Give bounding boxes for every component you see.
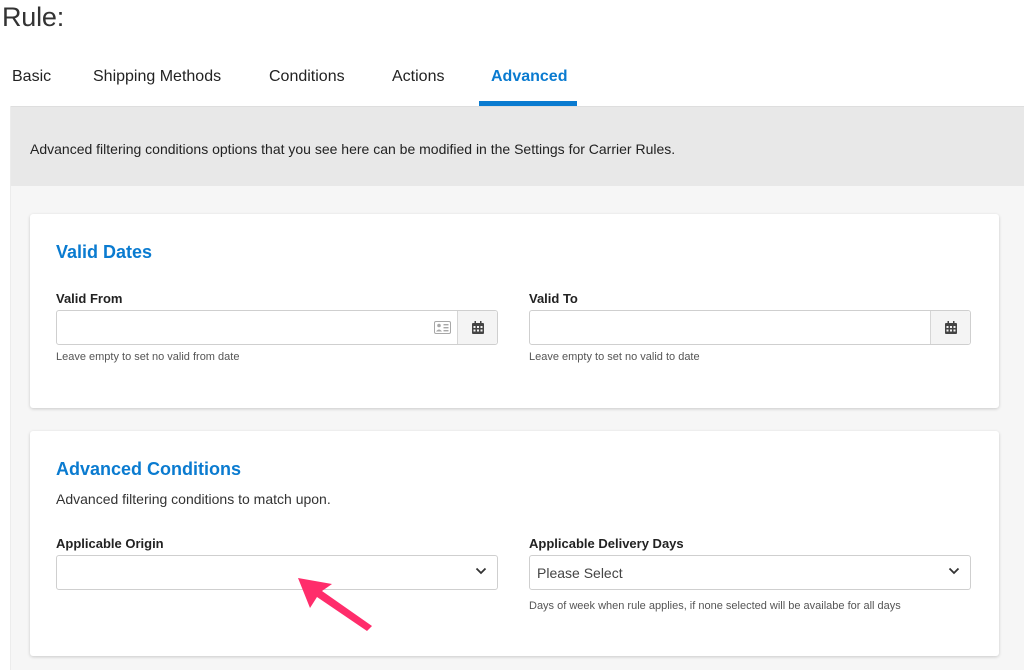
page-title: Rule:: [2, 2, 65, 32]
valid-dates-card: Valid Dates Valid From Leave empty to se…: [30, 214, 999, 408]
advanced-panel: Advanced filtering conditions options th…: [10, 106, 1024, 670]
tab-basic[interactable]: Basic: [12, 68, 51, 86]
valid-from-input[interactable]: [57, 311, 427, 344]
tab-actions[interactable]: Actions: [392, 68, 444, 86]
chevron-down-icon: [475, 567, 487, 575]
valid-dates-title: Valid Dates: [56, 242, 153, 262]
valid-to-label: Valid To: [529, 291, 578, 306]
delivery-days-value: Please Select: [537, 565, 623, 581]
delivery-days-select[interactable]: Please Select: [529, 555, 971, 590]
valid-from-help: Leave empty to set no valid from date: [56, 351, 240, 363]
tab-advanced[interactable]: Advanced: [491, 68, 567, 86]
delivery-days-help: Days of week when rule applies, if none …: [529, 600, 901, 612]
valid-from-label: Valid From: [56, 291, 123, 306]
applicable-origin-select[interactable]: [56, 555, 498, 590]
calendar-icon: [471, 321, 484, 334]
chevron-down-icon: [948, 567, 960, 575]
tab-bar: Basic Shipping Methods Conditions Action…: [0, 58, 1024, 106]
valid-from-field: [56, 310, 498, 345]
valid-to-field: [529, 310, 971, 345]
advanced-conditions-card: Advanced Conditions Advanced filtering c…: [30, 431, 999, 656]
tab-shipping-methods[interactable]: Shipping Methods: [93, 68, 221, 86]
contact-card-icon: [427, 311, 457, 344]
applicable-origin-label: Applicable Origin: [56, 536, 164, 551]
valid-to-calendar-button[interactable]: [930, 311, 970, 344]
advanced-conditions-title: Advanced Conditions: [56, 459, 242, 479]
info-notice: Advanced filtering conditions options th…: [11, 106, 1024, 186]
valid-to-input[interactable]: [530, 311, 930, 344]
advanced-conditions-subtitle: Advanced filtering conditions to match u…: [56, 491, 331, 507]
notice-text: Advanced filtering conditions options th…: [30, 141, 676, 157]
delivery-days-label: Applicable Delivery Days: [529, 536, 684, 551]
calendar-icon: [944, 321, 957, 334]
valid-to-help: Leave empty to set no valid to date: [529, 351, 700, 363]
pointer-arrow-icon: [298, 578, 372, 631]
valid-from-calendar-button[interactable]: [457, 311, 497, 344]
tab-conditions[interactable]: Conditions: [269, 68, 345, 86]
